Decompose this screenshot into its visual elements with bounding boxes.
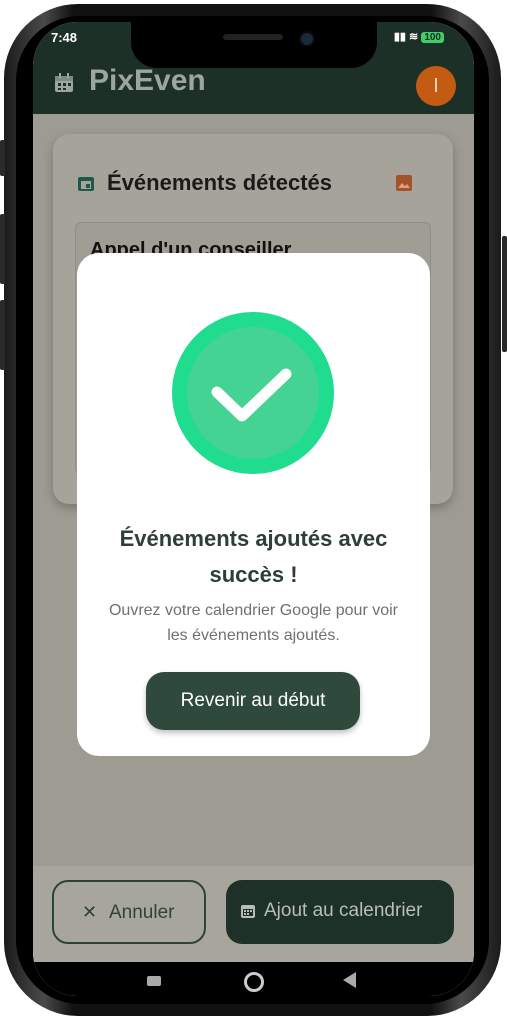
battery-icon: 100 [421, 32, 444, 43]
front-camera [299, 31, 315, 47]
volume-button [0, 140, 5, 176]
dialog-title: Événements ajoutés avec succès ! [119, 526, 388, 587]
recents-icon[interactable] [147, 976, 161, 986]
cancel-button[interactable]: ✕ Annuler [52, 880, 206, 944]
cancel-label: Annuler [109, 902, 175, 923]
speaker-grille [223, 34, 283, 40]
home-icon[interactable] [244, 972, 264, 992]
power-button [502, 236, 507, 352]
calendar-icon [55, 73, 73, 92]
avatar[interactable]: I [416, 66, 456, 106]
volume-button [0, 214, 5, 284]
add-to-calendar-label: Ajout au calendrier [264, 900, 423, 921]
app-title: PixEven [89, 64, 206, 97]
phone-screen: 7:48 ▮▮ ≋ 100 PixEven I Événements détec… [33, 22, 474, 996]
check-circle-icon [172, 312, 334, 474]
camera-notch [131, 22, 377, 68]
volume-button [0, 300, 5, 370]
status-icons: ▮▮ ≋ 100 [394, 30, 444, 43]
add-to-calendar-button[interactable]: Ajout au calendrier [226, 880, 454, 944]
back-to-start-button[interactable]: Revenir au début [146, 672, 360, 730]
bottom-action-bar: ✕ Annuler Ajout au calendrier [33, 866, 474, 962]
calendar-icon [78, 177, 94, 191]
signal-icon: ▮▮ [393, 31, 406, 43]
image-icon[interactable] [395, 174, 413, 192]
dialog-message: Ouvrez votre calendrier Google pour voir… [108, 602, 399, 644]
back-icon[interactable] [343, 972, 356, 988]
status-time: 7:48 [51, 30, 78, 45]
calendar-icon [241, 905, 255, 918]
system-nav-bar [33, 962, 474, 996]
card-title: Événements détectés [107, 170, 332, 195]
wifi-icon: ≋ [409, 31, 419, 43]
success-dialog: Événements ajoutés avec succès ! Ouvrez … [77, 253, 430, 756]
close-icon: ✕ [82, 902, 98, 922]
